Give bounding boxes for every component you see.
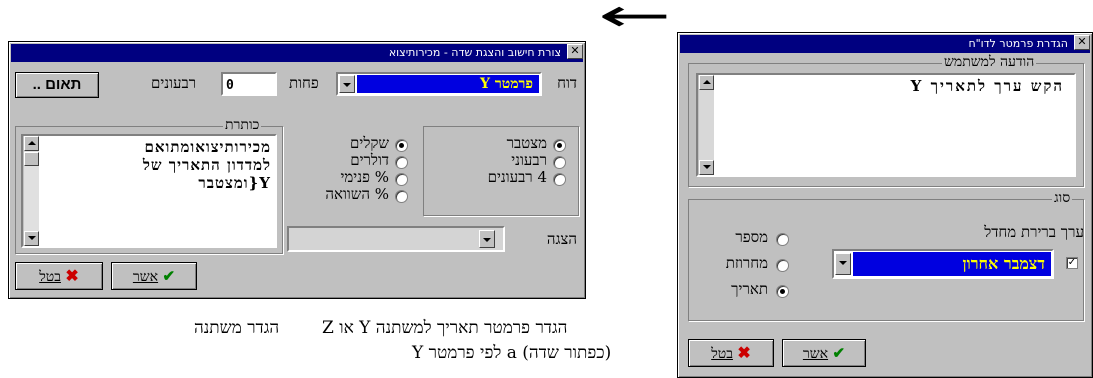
heading-group-label: כותרת bbox=[223, 117, 262, 134]
scroll-down-icon[interactable] bbox=[24, 231, 39, 246]
dialog-title: צורת חישוב והצגת שדה - מכירותיצוא bbox=[388, 46, 561, 59]
type-date-radio[interactable] bbox=[776, 285, 789, 298]
scroll-down-icon[interactable] bbox=[699, 160, 714, 175]
ok-button[interactable]: ✔ אשר bbox=[111, 262, 197, 290]
unit-internal-pct-radio[interactable] bbox=[395, 173, 408, 186]
minus-label: פחות bbox=[289, 74, 319, 92]
calc-quarterly-radio[interactable] bbox=[553, 156, 566, 169]
report-label: דוח bbox=[557, 74, 577, 92]
cancel-button-label: בטל bbox=[711, 346, 733, 362]
pointer-arrow-icon: ← bbox=[598, 0, 672, 42]
calc-four-quarters-radio[interactable] bbox=[553, 173, 566, 186]
ok-button[interactable]: ✔ אשר bbox=[782, 339, 866, 367]
scroll-thumb[interactable] bbox=[24, 152, 39, 166]
caption-define-date-parameter: הגדר פרמטר תאריך למשתנה Y או Z bbox=[322, 318, 568, 338]
quarters-label: רבעונים bbox=[151, 74, 197, 92]
match-button[interactable]: תאום .. bbox=[15, 72, 99, 98]
chevron-down-icon[interactable] bbox=[339, 75, 355, 93]
default-value-checkbox[interactable]: ✓ bbox=[1066, 257, 1078, 269]
type-string-label: מחרוזת bbox=[725, 254, 768, 272]
unit-compare-pct-radio[interactable] bbox=[395, 190, 408, 203]
cancel-button-label: בטל bbox=[39, 269, 61, 285]
display-combo[interactable] bbox=[287, 226, 505, 252]
message-text: הקש ערך לתאריך Y bbox=[910, 77, 1064, 95]
default-value-label: ערך ברירת מחדל bbox=[984, 223, 1084, 241]
ok-button-label: אשר bbox=[802, 346, 829, 362]
caption-field-button: (כפתור שדה) a לפי פרמטר Y bbox=[412, 343, 612, 363]
unit-shekels-radio[interactable] bbox=[395, 139, 408, 152]
quarters-input[interactable]: 0 bbox=[221, 72, 277, 96]
dialog-title: הגדרת פרמטר לדו"ח bbox=[968, 37, 1068, 50]
cancel-button[interactable]: ✖ בטל bbox=[688, 339, 774, 367]
heading-line-3: Y{ומצטבר bbox=[198, 174, 271, 192]
display-label: הצגה bbox=[546, 230, 577, 248]
ok-check-icon: ✔ bbox=[162, 267, 176, 285]
type-string-radio[interactable] bbox=[776, 259, 789, 272]
caption-define-variable: הגדר משתנה bbox=[194, 318, 280, 338]
ok-button-label: אשר bbox=[132, 269, 159, 285]
quarters-input-value: 0 bbox=[226, 78, 234, 93]
heading-textarea[interactable]: מכירותיצואומתואם למדדון התאריך של Y{ומצט… bbox=[21, 134, 277, 248]
calc-cumulative-radio[interactable] bbox=[553, 139, 566, 152]
unit-dollars-radio[interactable] bbox=[395, 156, 408, 169]
heading-line-2: למדדון התאריך של bbox=[142, 156, 271, 174]
title-bar: צורת חישוב והצגת שדה - מכירותיצוא bbox=[11, 44, 583, 62]
message-group-label: הודעה למשתמש bbox=[942, 54, 1037, 71]
type-number-label: מספר bbox=[735, 228, 768, 246]
cancel-button[interactable]: ✖ בטל bbox=[15, 262, 103, 290]
heading-scrollbar[interactable] bbox=[23, 136, 39, 246]
parameter-combo[interactable]: פרמטר Y bbox=[336, 72, 542, 96]
unit-compare-pct-label: % השוואה bbox=[325, 185, 389, 203]
parameter-combo-value: פרמטר Y bbox=[357, 75, 539, 93]
title-bar: הגדרת פרמטר לדו"ח bbox=[680, 35, 1090, 53]
scroll-up-icon[interactable] bbox=[699, 75, 714, 90]
message-scrollbar[interactable] bbox=[698, 75, 714, 175]
chevron-down-icon[interactable] bbox=[835, 253, 851, 275]
ok-check-icon: ✔ bbox=[832, 344, 846, 362]
heading-line-1: מכירותיצואומתואם bbox=[144, 138, 271, 156]
type-group-label: סוג bbox=[1052, 190, 1073, 207]
display-chevron-down-icon[interactable] bbox=[479, 230, 495, 248]
parameter-definition-dialog: הגדרת פרמטר לדו"ח ✕ הודעה למשתמש הקש ערך… bbox=[677, 32, 1093, 378]
type-date-label: תאריך bbox=[731, 280, 768, 298]
close-icon[interactable]: ✕ bbox=[1074, 35, 1090, 50]
calc-four-quarters-label: 4 רבעונים bbox=[487, 168, 547, 186]
default-value-combo-text: דצמבר אחרון bbox=[853, 252, 1051, 276]
close-icon[interactable]: ✕ bbox=[567, 44, 583, 59]
field-display-dialog: צורת חישוב והצגת שדה - מכירותיצוא ✕ דוח … bbox=[8, 41, 586, 299]
default-value-combo[interactable]: דצמבר אחרון bbox=[832, 249, 1054, 279]
cancel-x-icon: ✖ bbox=[737, 343, 751, 362]
type-number-radio[interactable] bbox=[776, 233, 789, 246]
cancel-x-icon: ✖ bbox=[65, 266, 79, 285]
scroll-up-icon[interactable] bbox=[24, 136, 39, 151]
message-textarea[interactable]: הקש ערך לתאריך Y bbox=[696, 73, 1076, 177]
